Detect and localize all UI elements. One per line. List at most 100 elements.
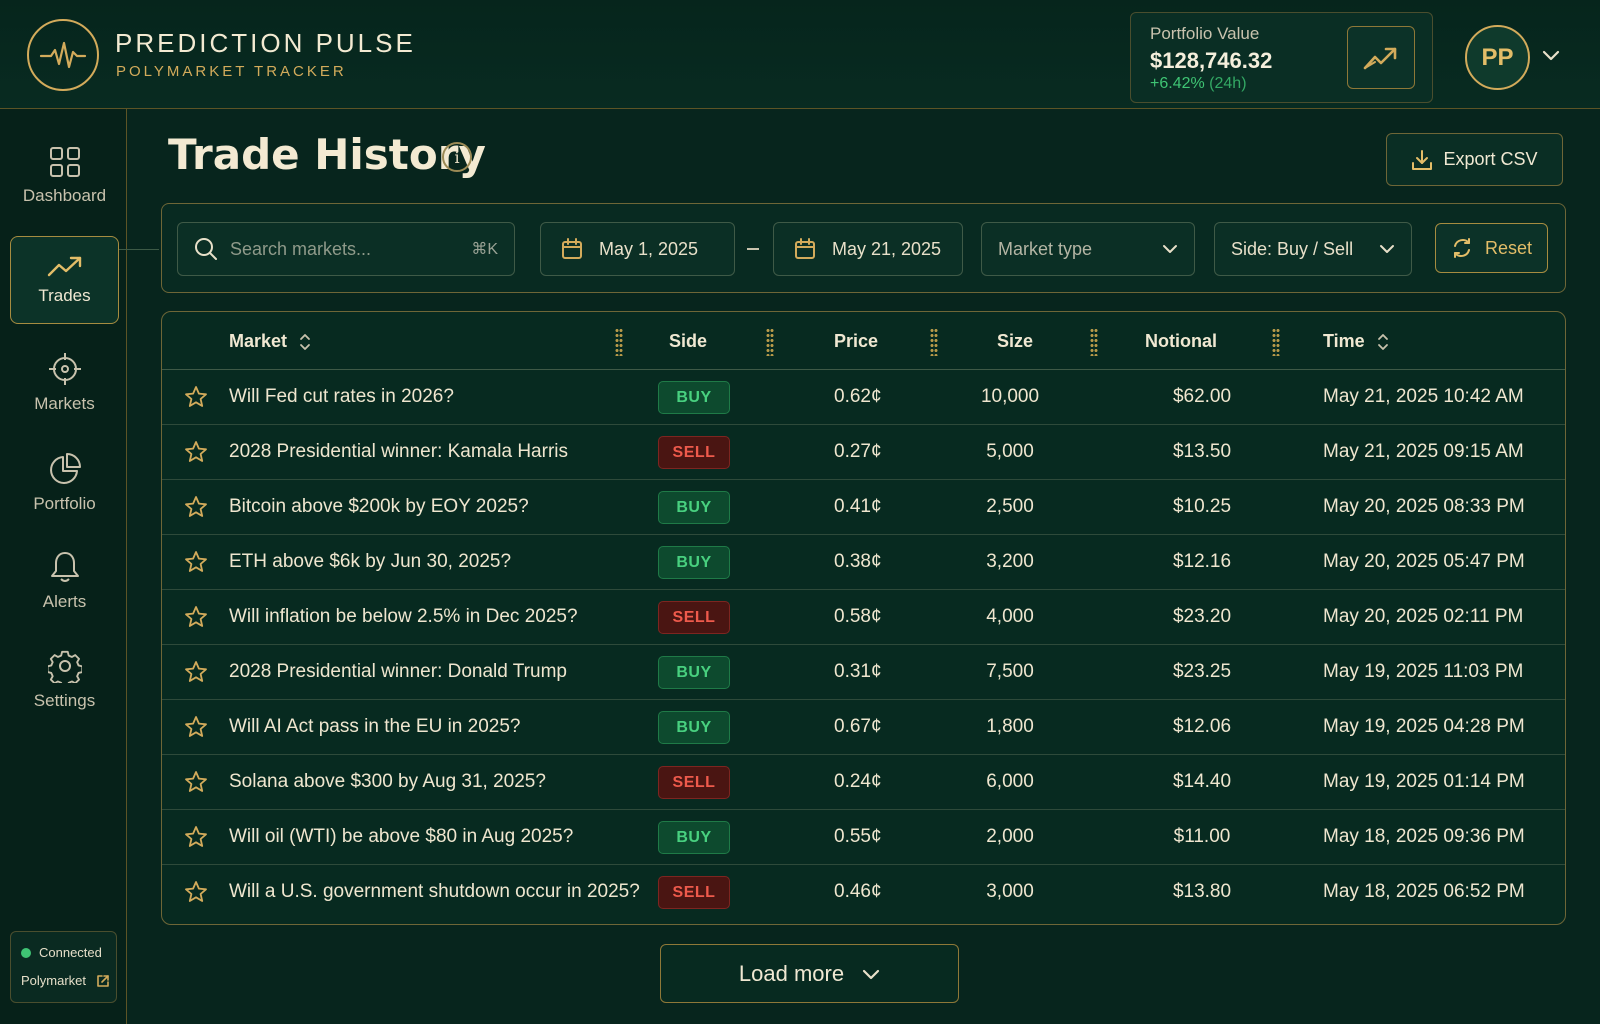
bell-icon xyxy=(50,552,79,582)
nav-connector-line xyxy=(119,249,159,250)
table-row[interactable]: Will AI Act pass in the EU in 2025? BUY 0.… xyxy=(162,700,1565,755)
sidebar-item-markets[interactable]: Markets xyxy=(10,339,119,427)
user-avatar[interactable]: PP xyxy=(1465,25,1530,90)
polymarket-link-label: Polymarket xyxy=(21,973,87,988)
brand-title: PREDICTION PULSE xyxy=(115,28,416,58)
column-resize-handle[interactable] xyxy=(1272,328,1280,356)
chevron-down-icon xyxy=(1380,245,1394,253)
filter-bar: Search markets... ⌘K May 1, 2025 May 21,… xyxy=(161,203,1566,293)
column-header-label: Time xyxy=(1323,331,1365,351)
table-header: Market Side Price Size Notional Time xyxy=(162,312,1565,370)
external-link-icon xyxy=(97,974,109,987)
sidebar-item-label: Dashboard xyxy=(22,186,107,205)
cell-time: May 20, 2025 05:47 PM xyxy=(1323,551,1525,572)
sidebar-item-portfolio[interactable]: Portfolio xyxy=(10,439,119,527)
date-from-value: May 1, 2025 xyxy=(599,238,699,259)
cell-notional: $12.16 xyxy=(1172,551,1232,572)
portfolio-change-pct: +6.42% xyxy=(1150,75,1205,92)
portfolio-change-period: (24h) xyxy=(1209,75,1247,92)
cell-notional: $23.20 xyxy=(1172,606,1232,627)
cell-time: May 21, 2025 10:42 AM xyxy=(1323,386,1524,407)
column-header-label: Side xyxy=(669,331,708,351)
table-row[interactable]: Will Fed cut rates in 2026? BUY 0.62¢ 10,00… xyxy=(162,370,1565,425)
cell-time: May 19, 2025 04:28 PM xyxy=(1323,716,1525,737)
sidebar-item-label: Portfolio xyxy=(33,494,96,513)
market-type-value: Market type xyxy=(998,238,1093,259)
connection-status-card: Connected Polymarket xyxy=(10,931,117,1003)
side-select-value: Side: Buy / Sell xyxy=(1231,238,1354,259)
sidebar-item-label: Settings xyxy=(33,691,96,710)
connection-status: Connected xyxy=(21,945,102,960)
search-placeholder: Search markets... xyxy=(230,238,372,259)
chevron-down-icon xyxy=(1163,245,1177,253)
column-resize-handle[interactable] xyxy=(766,328,774,356)
chevron-down-icon xyxy=(862,969,880,979)
date-to-picker[interactable]: May 21, 2025 xyxy=(773,222,963,276)
column-header-label: Size xyxy=(997,331,1034,351)
calendar-icon xyxy=(562,238,582,259)
cell-time: May 19, 2025 11:03 PM xyxy=(1323,661,1524,682)
sidebar-item-settings[interactable]: Settings xyxy=(10,636,119,724)
page-title: Trade History xyxy=(168,130,486,179)
portfolio-value-label: Portfolio Value xyxy=(1150,24,1260,43)
column-resize-handle[interactable] xyxy=(615,328,623,356)
sidebar-item-trades[interactable]: Trades xyxy=(10,236,119,324)
cell-notional: $13.50 xyxy=(1172,441,1232,462)
info-icon[interactable]: i xyxy=(442,142,472,172)
column-header-label: Notional xyxy=(1145,331,1217,351)
portfolio-change: +6.42% (24h) xyxy=(1150,75,1247,93)
column-header-market[interactable]: Market xyxy=(229,331,311,352)
top-header: PREDICTION PULSE POLYMARKET TRACKER Port… xyxy=(0,0,1600,109)
chevron-down-icon[interactable] xyxy=(1542,48,1560,66)
table-row[interactable]: 2028 Presidential winner: Donald Trump BU… xyxy=(162,645,1565,700)
sidebar-item-dashboard[interactable]: Dashboard xyxy=(10,132,119,220)
table-row[interactable]: Will oil (WTI) be above $80 in Aug 2025?… xyxy=(162,810,1565,865)
cell-notional: $10.25 xyxy=(1172,496,1232,517)
table-row[interactable]: Will inflation be below 2.5% in Dec 2025… xyxy=(162,590,1565,645)
portfolio-chart-button[interactable] xyxy=(1347,26,1415,89)
column-header-notional[interactable]: Notional xyxy=(1145,331,1217,352)
connection-status-label: Connected xyxy=(39,945,102,960)
column-header-label: Price xyxy=(834,331,879,351)
sidebar-item-label: Alerts xyxy=(42,592,87,611)
cell-time: May 19, 2025 01:14 PM xyxy=(1323,771,1525,792)
grid-icon xyxy=(49,147,80,177)
refresh-icon xyxy=(1453,238,1470,258)
cell-time: May 20, 2025 02:11 PM xyxy=(1323,606,1524,627)
sidebar-item-label: Trades xyxy=(38,286,91,305)
market-type-select[interactable]: Market type xyxy=(981,222,1195,276)
cell-time: May 20, 2025 08:33 PM xyxy=(1323,496,1525,517)
cell-notional: $11.00 xyxy=(1173,826,1231,847)
portfolio-value-card: Portfolio Value $128,746.32 +6.42% (24h) xyxy=(1130,12,1433,103)
sidebar-item-alerts[interactable]: Alerts xyxy=(10,537,119,625)
search-icon xyxy=(195,238,217,260)
reset-label: Reset xyxy=(1484,237,1533,258)
table-row[interactable]: Will a U.S. government shutdown occur in… xyxy=(162,865,1565,920)
polymarket-link[interactable]: Polymarket xyxy=(21,973,110,988)
column-header-side[interactable]: Side xyxy=(669,331,707,352)
search-input[interactable]: Search markets... ⌘K xyxy=(177,222,515,276)
cell-notional: $12.06 xyxy=(1172,716,1232,737)
sort-icon xyxy=(1377,333,1388,350)
column-resize-handle[interactable] xyxy=(1090,328,1098,356)
export-csv-button[interactable]: Export CSV xyxy=(1386,133,1563,186)
table-row[interactable]: Bitcoin above $200k by EOY 2025? BUY 0.41¢… xyxy=(162,480,1565,535)
status-dot xyxy=(21,947,31,958)
table-row[interactable]: ETH above $6k by Jun 30, 2025? BUY 0.38¢ 3,… xyxy=(162,535,1565,590)
pulse-logo-icon xyxy=(27,19,99,91)
sort-icon xyxy=(300,333,310,350)
date-from-picker[interactable]: May 1, 2025 xyxy=(540,222,735,276)
side-select[interactable]: Side: Buy / Sell xyxy=(1214,222,1412,276)
column-resize-handle[interactable] xyxy=(930,328,938,356)
cell-notional: $13.80 xyxy=(1172,881,1232,902)
pie-chart-icon xyxy=(49,453,81,484)
table-row[interactable]: Solana above $300 by Aug 31, 2025? SELL 0.… xyxy=(162,755,1565,810)
column-header-size[interactable]: Size xyxy=(997,331,1033,352)
load-more-button[interactable]: Load more xyxy=(660,944,959,1003)
column-header-time[interactable]: Time xyxy=(1323,331,1389,352)
table-row[interactable]: 2028 Presidential winner: Kamala Harris S… xyxy=(162,425,1565,480)
column-header-price[interactable]: Price xyxy=(834,331,878,352)
reset-button[interactable]: Reset xyxy=(1435,223,1548,273)
trade-history-table: Market Side Price Size Notional Time Wil… xyxy=(161,311,1566,925)
trend-up-icon xyxy=(1363,47,1397,69)
